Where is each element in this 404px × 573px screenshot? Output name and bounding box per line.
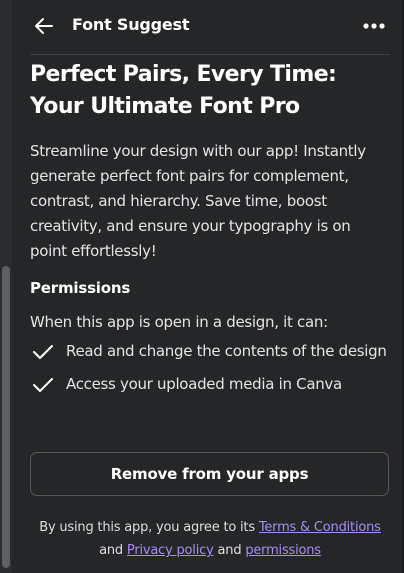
terms-link[interactable]: Terms & Conditions: [259, 520, 381, 535]
permission-item: Read and change the contents of the desi…: [30, 339, 390, 364]
arrow-left-icon[interactable]: [32, 14, 56, 38]
footer-and-2: and: [217, 543, 242, 558]
permission-label: Access your uploaded media in Canva: [66, 375, 342, 393]
remove-button-label: Remove from your apps: [110, 465, 309, 483]
check-icon: [32, 376, 54, 394]
app-details-content[interactable]: Perfect Pairs, Every Time: Your Ultimate…: [30, 55, 390, 440]
scrollbar-track[interactable]: [0, 0, 12, 573]
app-title: Perfect Pairs, Every Time: Your Ultimate…: [30, 55, 390, 123]
more-horizontal-icon[interactable]: [362, 16, 386, 36]
app-title-line-1: Perfect Pairs, Every Time:: [30, 62, 337, 87]
permissions-intro: When this app is open in a design, it ca…: [30, 313, 328, 331]
permissions-link[interactable]: permissions: [245, 543, 321, 558]
privacy-policy-link[interactable]: Privacy policy: [127, 543, 214, 558]
panel-header: Font Suggest: [30, 0, 390, 55]
panel-title: Font Suggest: [72, 15, 190, 34]
app-title-line-2: Your Ultimate Font Pro: [30, 94, 300, 119]
terms-footer: By using this app, you agree to its Term…: [22, 516, 398, 562]
remove-from-apps-button[interactable]: Remove from your apps: [30, 452, 389, 496]
app-description: Streamline your design with our app! Ins…: [30, 142, 366, 260]
scrollbar-thumb[interactable]: [2, 266, 10, 568]
permissions-list: Read and change the contents of the desi…: [30, 339, 390, 397]
app-details-panel: Font Suggest Perfect Pairs, Every Time: …: [0, 0, 404, 573]
permission-item: Access your uploaded media in Canva: [30, 372, 390, 397]
permissions-heading: Permissions: [30, 279, 131, 297]
footer-and-1: and: [99, 543, 123, 558]
permission-label: Read and change the contents of the desi…: [66, 342, 387, 360]
check-icon: [32, 343, 54, 361]
footer-prefix: By using this app, you agree to its: [39, 520, 255, 535]
